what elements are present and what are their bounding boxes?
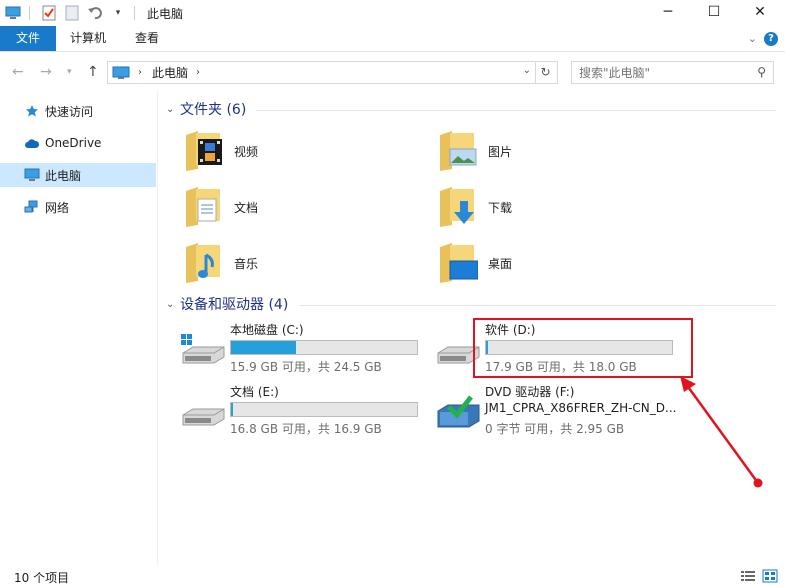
refresh-icon[interactable]: ↻ (535, 62, 555, 83)
tab-computer[interactable]: 计算机 (58, 26, 118, 51)
drive-usage-bar (230, 340, 418, 355)
customize-toolbar-icon[interactable]: ▾ (108, 3, 128, 23)
computer-icon (24, 167, 40, 183)
dvd-drive-icon (435, 393, 481, 429)
breadcrumb-item[interactable]: 此电脑 (152, 64, 188, 81)
undo-icon[interactable] (85, 3, 105, 23)
item-count: 10 个项目 (14, 571, 70, 585)
drive-usage-fill (231, 341, 297, 354)
section-divider (300, 305, 776, 306)
tab-file[interactable]: 文件 (0, 26, 56, 51)
large-icons-view-icon[interactable] (762, 569, 778, 583)
folder-label: 音乐 (234, 256, 259, 271)
expand-ribbon-icon[interactable]: ⌄ (748, 32, 757, 45)
sidebar-item-label: 快速访问 (45, 104, 94, 119)
search-icon[interactable]: ⚲ (757, 65, 766, 79)
tab-view[interactable]: 查看 (123, 26, 171, 51)
title-bar: ▾ 此电脑 ─ ☐ ✕ (0, 0, 785, 26)
folder-item[interactable]: 下载 (438, 183, 638, 231)
folder-label: 下载 (488, 200, 513, 215)
drive-item-c[interactable]: 本地磁盘 (C:) 15.9 GB 可用，共 24.5 GB (180, 321, 430, 374)
window-title: 此电脑 (147, 6, 184, 21)
sidebar-item-onedrive[interactable]: OneDrive (0, 131, 156, 155)
video-folder-icon (184, 129, 224, 173)
close-icon: ✕ (754, 4, 766, 20)
maximize-icon: ☐ (707, 4, 721, 20)
properties-icon[interactable] (39, 3, 59, 23)
details-view-icon[interactable] (740, 569, 756, 583)
address-dropdown-icon[interactable]: ⌄ (523, 65, 531, 76)
drive-space-info: 15.9 GB 可用，共 24.5 GB (230, 360, 382, 374)
folder-item[interactable]: 音乐 (184, 239, 384, 287)
cloud-icon (24, 135, 40, 151)
star-icon (24, 103, 40, 119)
section-header-drives[interactable]: ⌄ 设备和驱动器 (4) (166, 294, 288, 314)
minimize-icon: ─ (663, 4, 673, 20)
drive-usage-fill (231, 403, 233, 416)
drive-label: DVD 驱动器 (F:) (485, 385, 575, 399)
search-box[interactable]: ⚲ (571, 61, 774, 84)
sidebar-item-label: 网络 (45, 200, 70, 215)
folder-label: 视频 (234, 144, 259, 159)
separator (29, 6, 30, 20)
drive-space-info: 16.8 GB 可用，共 16.9 GB (230, 422, 382, 436)
desktop-folder-icon (438, 241, 479, 285)
annotation-arrow-icon (680, 376, 763, 488)
section-title: 文件夹 (6) (180, 102, 247, 118)
drive-item-e[interactable]: 文档 (E:) 16.8 GB 可用，共 16.9 GB (180, 383, 430, 436)
back-arrow-icon[interactable]: ← (12, 64, 24, 80)
sidebar-item-label: 此电脑 (45, 168, 82, 183)
navigation-pane: 快速访问 OneDrive 此电脑 网络 (0, 91, 158, 565)
drive-space-info: 0 字节 可用，共 2.95 GB (485, 422, 625, 436)
folder-label: 图片 (488, 144, 513, 159)
close-button[interactable]: ✕ (737, 0, 783, 24)
section-divider (256, 110, 776, 111)
folder-label: 文档 (234, 200, 259, 215)
maximize-button[interactable]: ☐ (691, 0, 737, 24)
address-bar[interactable]: › 此电脑 › ⌄ ↻ (107, 61, 558, 84)
sidebar-item-this-pc[interactable]: 此电脑 (0, 163, 156, 187)
forward-arrow-icon[interactable]: → (40, 64, 52, 80)
highlight-box (473, 318, 693, 378)
breadcrumb-chevron-icon[interactable]: › (196, 67, 200, 78)
new-folder-icon[interactable] (62, 3, 82, 23)
computer-icon (112, 66, 130, 79)
navigation-bar: ← → ▾ ↑ › 此电脑 › ⌄ ↻ ⚲ (0, 53, 785, 91)
sidebar-item-label: OneDrive (45, 136, 102, 150)
music-folder-icon (184, 241, 224, 285)
network-icon (24, 199, 40, 215)
drive-usage-bar (230, 402, 418, 417)
help-button[interactable]: ? (764, 32, 778, 46)
pictures-folder-icon (438, 129, 478, 173)
drive-label: 文档 (E:) (230, 385, 279, 399)
breadcrumb-chevron-icon[interactable]: › (138, 67, 142, 78)
search-input[interactable] (572, 62, 742, 83)
status-bar: 10 个项目 (0, 565, 785, 587)
collapse-chevron-icon[interactable]: ⌄ (166, 104, 180, 115)
section-title: 设备和驱动器 (4) (180, 297, 289, 313)
folder-item[interactable]: 桌面 (438, 239, 638, 287)
minimize-button[interactable]: ─ (645, 0, 691, 24)
disc-volume-label: JM1_CPRA_X86FRER_ZH-CN_D... (485, 401, 677, 415)
separator (134, 6, 135, 20)
documents-folder-icon (184, 185, 224, 229)
recent-locations-icon[interactable]: ▾ (67, 67, 72, 77)
system-drive-icon (180, 331, 226, 367)
folder-item[interactable]: 图片 (438, 127, 638, 175)
drive-label: 本地磁盘 (C:) (230, 323, 304, 337)
ribbon-tabs: 文件 计算机 查看 ⌄ ? (0, 26, 785, 52)
sidebar-item-quick-access[interactable]: 快速访问 (0, 99, 156, 123)
downloads-folder-icon (438, 185, 478, 229)
collapse-chevron-icon[interactable]: ⌄ (166, 299, 180, 310)
folder-item[interactable]: 文档 (184, 183, 384, 231)
hard-drive-icon (180, 393, 226, 429)
up-arrow-icon[interactable]: ↑ (87, 64, 99, 80)
sidebar-item-network[interactable]: 网络 (0, 195, 156, 219)
folder-label: 桌面 (488, 256, 513, 271)
computer-icon (3, 3, 23, 23)
folder-item[interactable]: 视频 (184, 127, 384, 175)
section-header-folders[interactable]: ⌄ 文件夹 (6) (166, 99, 246, 119)
